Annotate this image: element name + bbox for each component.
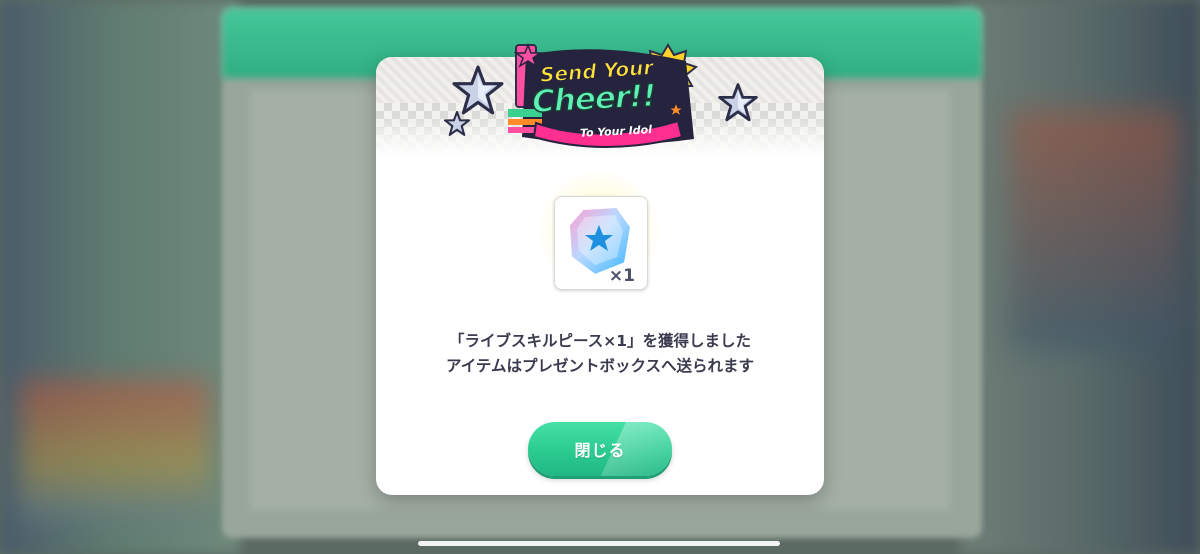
star-icon [444,111,470,136]
send-your-cheer-logo: Send Your Cheer!! To Your Idol [498,41,708,153]
message-line1: 「ライブスキルピース×1」を獲得しました [449,332,751,350]
message-line2: アイテムはプレゼントボックスへ送られます [446,357,754,375]
logo-line2: Cheer!! [530,77,657,121]
home-indicator[interactable] [418,541,780,546]
star-icon [452,65,504,115]
star-icon [718,83,758,122]
item-quantity: ×1 [608,266,635,286]
close-button[interactable]: 閉じる [528,422,672,476]
reward-dialog: Send Your Cheer!! To Your Idol ×1 「ライブスキ… [376,42,824,495]
reward-message: 「ライブスキルピース×1」を獲得しました アイテムはプレゼントボックスへ送られま… [376,329,824,379]
close-button-label: 閉じる [574,441,626,460]
background-left-panel [0,0,240,554]
background-right-panel [960,0,1200,554]
item-card: ×1 [554,196,648,290]
